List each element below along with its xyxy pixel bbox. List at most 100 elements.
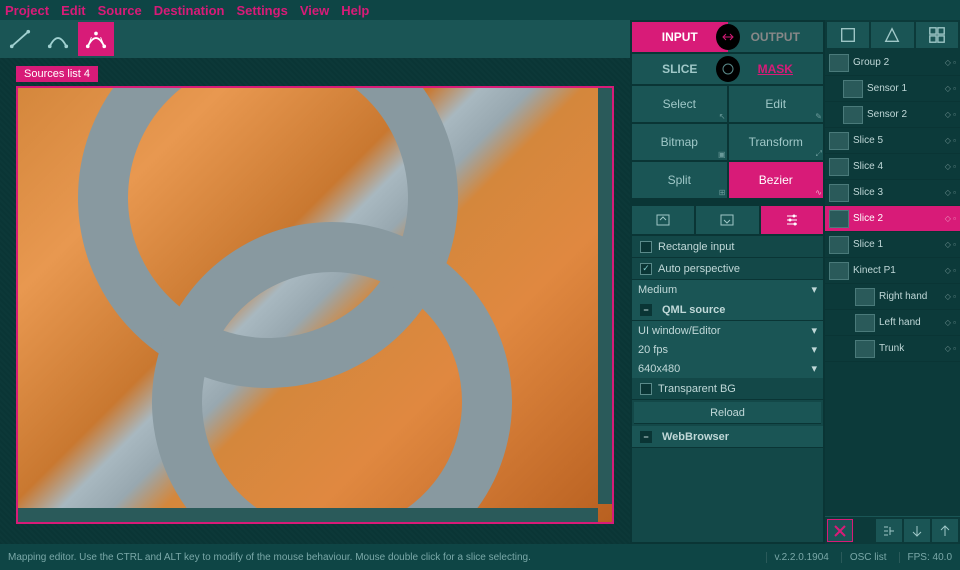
menu-project[interactable]: Project — [5, 3, 49, 18]
collapse-icon: − — [640, 304, 652, 316]
status-bar: Mapping editor. Use the CTRL and ALT key… — [0, 544, 960, 570]
tree-item-label: Sensor 2 — [867, 109, 907, 120]
checkbox-checked-icon: ✓ — [640, 263, 652, 275]
layer-thumb — [829, 210, 849, 228]
prop-webbrowser-header[interactable]: −WebBrowser — [632, 426, 823, 448]
tab-input[interactable]: INPUT — [632, 22, 728, 52]
shape-rect-icon[interactable] — [827, 22, 869, 48]
reload-button[interactable]: Reload — [634, 402, 821, 424]
chevron-down-icon: ▾ — [811, 324, 817, 337]
menu-source[interactable]: Source — [98, 3, 142, 18]
status-fps: FPS: 40.0 — [899, 552, 952, 563]
tree-item-controls[interactable]: ◇ ▫ — [945, 136, 956, 145]
menu-edit[interactable]: Edit — [61, 3, 86, 18]
tree-item-controls[interactable]: ◇ ▫ — [945, 214, 956, 223]
hierarchy-button[interactable] — [876, 519, 902, 542]
prop-resolution[interactable]: 640x480▾ — [632, 359, 823, 378]
tree-item-controls[interactable]: ◇ ▫ — [945, 240, 956, 249]
prop-qml-mode[interactable]: UI window/Editor▾ — [632, 321, 823, 340]
tool-line[interactable] — [2, 22, 38, 56]
tree-item[interactable]: Left hand ◇ ▫ — [825, 310, 960, 336]
tree-item-controls[interactable]: ◇ ▫ — [945, 162, 956, 171]
tool-bezier-handles[interactable] — [78, 22, 114, 56]
layer-thumb — [829, 262, 849, 280]
prop-rectangle-input[interactable]: Rectangle input — [632, 236, 823, 258]
tree-item-controls[interactable]: ◇ ▫ — [945, 110, 956, 119]
tree-item[interactable]: Slice 2◇ ▫ — [825, 206, 960, 232]
status-osc[interactable]: OSC list — [841, 552, 887, 563]
prop-transparent-bg[interactable]: Transparent BG — [632, 378, 823, 400]
tree-item[interactable]: Slice 4 ◇ ▫ — [825, 154, 960, 180]
tool-select[interactable]: Select↖ — [632, 86, 727, 122]
tree-item[interactable]: Slice 1◇ ▫ — [825, 232, 960, 258]
prop-quality-dropdown[interactable]: Medium▾ — [632, 280, 823, 299]
layer-thumb — [843, 106, 863, 124]
tree-item-controls[interactable]: ◇ ▫ — [945, 318, 956, 327]
prop-auto-perspective[interactable]: ✓Auto perspective — [632, 258, 823, 280]
shape-grid-icon[interactable] — [916, 22, 958, 48]
source-label: Sources list 4 — [16, 66, 98, 82]
tree-item[interactable]: Kinect P1◇ ▫ — [825, 258, 960, 284]
tree-item[interactable]: Slice 5◇ ▫ — [825, 128, 960, 154]
layer-thumb — [855, 340, 875, 358]
menu-help[interactable]: Help — [341, 3, 369, 18]
tree-item-controls[interactable]: ◇ ▫ — [945, 84, 956, 93]
move-down-button[interactable] — [904, 519, 930, 542]
tool-bitmap[interactable]: Bitmap▣ — [632, 124, 727, 160]
canvas-area[interactable]: Sources list 4 — [0, 58, 630, 544]
props-tab-settings[interactable] — [761, 206, 823, 234]
delete-button[interactable] — [827, 519, 853, 542]
tool-bezier[interactable]: Bezier∿ — [729, 162, 824, 198]
cursor-icon: ↖ — [719, 112, 726, 121]
tab-slice[interactable]: SLICE — [632, 54, 728, 84]
props-tab-1[interactable] — [632, 206, 694, 234]
move-up-button[interactable] — [932, 519, 958, 542]
layer-thumb — [829, 236, 849, 254]
layer-thumb — [843, 80, 863, 98]
source-frame[interactable] — [16, 86, 614, 524]
layer-thumb — [829, 132, 849, 150]
tab-mask[interactable]: MASK — [728, 54, 824, 84]
status-version: v.2.2.0.1904 — [766, 552, 829, 563]
tree-item-controls[interactable]: ◇ ▫ — [945, 266, 956, 275]
tree-item[interactable]: Trunk◇ ▫ — [825, 336, 960, 362]
tree-item-controls[interactable]: ◇ ▫ — [945, 344, 956, 353]
prop-qml-header[interactable]: −QML source — [632, 299, 823, 321]
collapse-icon: − — [640, 431, 652, 443]
tree-item[interactable]: Sensor 1◇ ▫ — [825, 76, 960, 102]
top-toolbar — [0, 20, 630, 58]
prop-fps[interactable]: 20 fps▾ — [632, 340, 823, 359]
tool-transform[interactable]: Transform⤢ — [729, 124, 824, 160]
tree-item-label: Left hand — [879, 317, 921, 328]
menu-view[interactable]: View — [300, 3, 329, 18]
menu-destination[interactable]: Destination — [154, 3, 225, 18]
layer-thumb — [829, 54, 849, 72]
properties-panel: Rectangle input ✓Auto perspective Medium… — [632, 236, 823, 542]
menu-settings[interactable]: Settings — [237, 3, 288, 18]
tree-item[interactable]: Group 2 ◇ ▫ — [825, 50, 960, 76]
tree-item-controls[interactable]: ◇ ▫ — [945, 292, 956, 301]
chevron-down-icon: ▾ — [811, 362, 817, 375]
shape-triangle-icon[interactable] — [871, 22, 913, 48]
tool-curve[interactable] — [40, 22, 76, 56]
tree-item[interactable]: Sensor 2 ◇ ▫ — [825, 102, 960, 128]
tree-item[interactable]: Right hand◇ ▫ — [825, 284, 960, 310]
tree-item-controls[interactable]: ◇ ▫ — [945, 188, 956, 197]
tree-item-label: Slice 4 — [853, 161, 883, 172]
status-hint: Mapping editor. Use the CTRL and ALT key… — [8, 552, 531, 563]
layer-thumb — [829, 184, 849, 202]
tree-item-label: Group 2 — [853, 57, 889, 68]
scrollbar-horizontal[interactable] — [18, 508, 598, 522]
chevron-down-icon: ▾ — [811, 343, 817, 356]
bezier-icon: ∿ — [815, 188, 822, 197]
tool-split[interactable]: Split⊞ — [632, 162, 727, 198]
tree-item[interactable]: Slice 3◇ ▫ — [825, 180, 960, 206]
layer-thumb — [829, 158, 849, 176]
tab-output[interactable]: OUTPUT — [728, 22, 824, 52]
props-tab-2[interactable] — [696, 206, 758, 234]
scrollbar-vertical[interactable] — [598, 88, 612, 504]
tree-item-controls[interactable]: ◇ ▫ — [945, 58, 956, 67]
tool-edit[interactable]: Edit✎ — [729, 86, 824, 122]
input-output-toggle-icon — [716, 24, 740, 50]
layer-thumb — [855, 314, 875, 332]
